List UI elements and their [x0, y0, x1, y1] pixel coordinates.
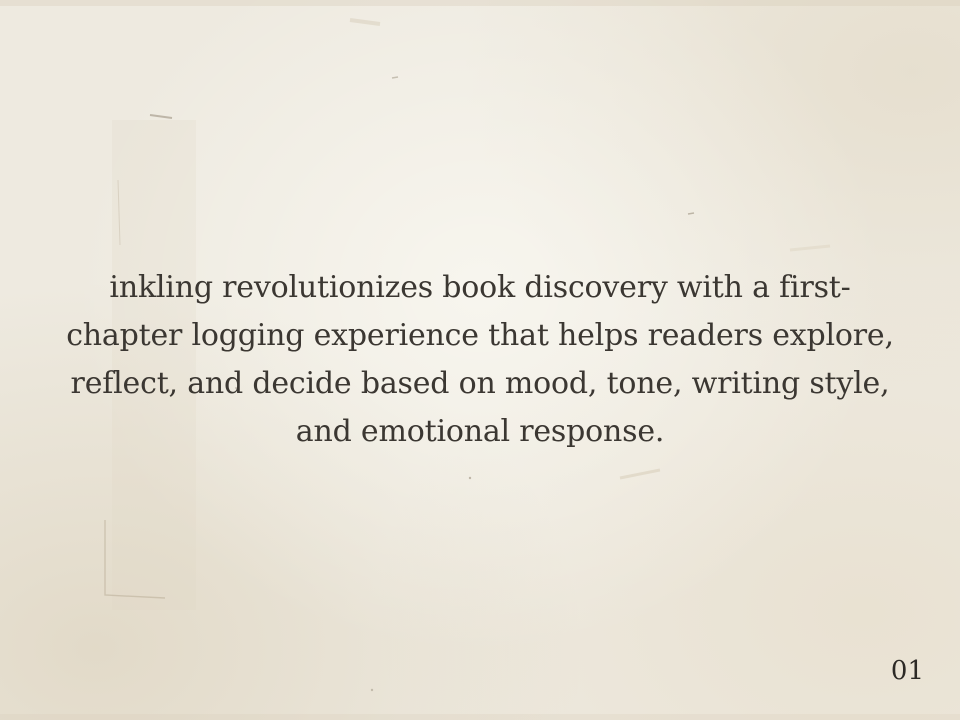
page-number: 01 — [890, 656, 924, 686]
slide-body-text: inkling revolutionizes book discovery wi… — [66, 270, 894, 449]
